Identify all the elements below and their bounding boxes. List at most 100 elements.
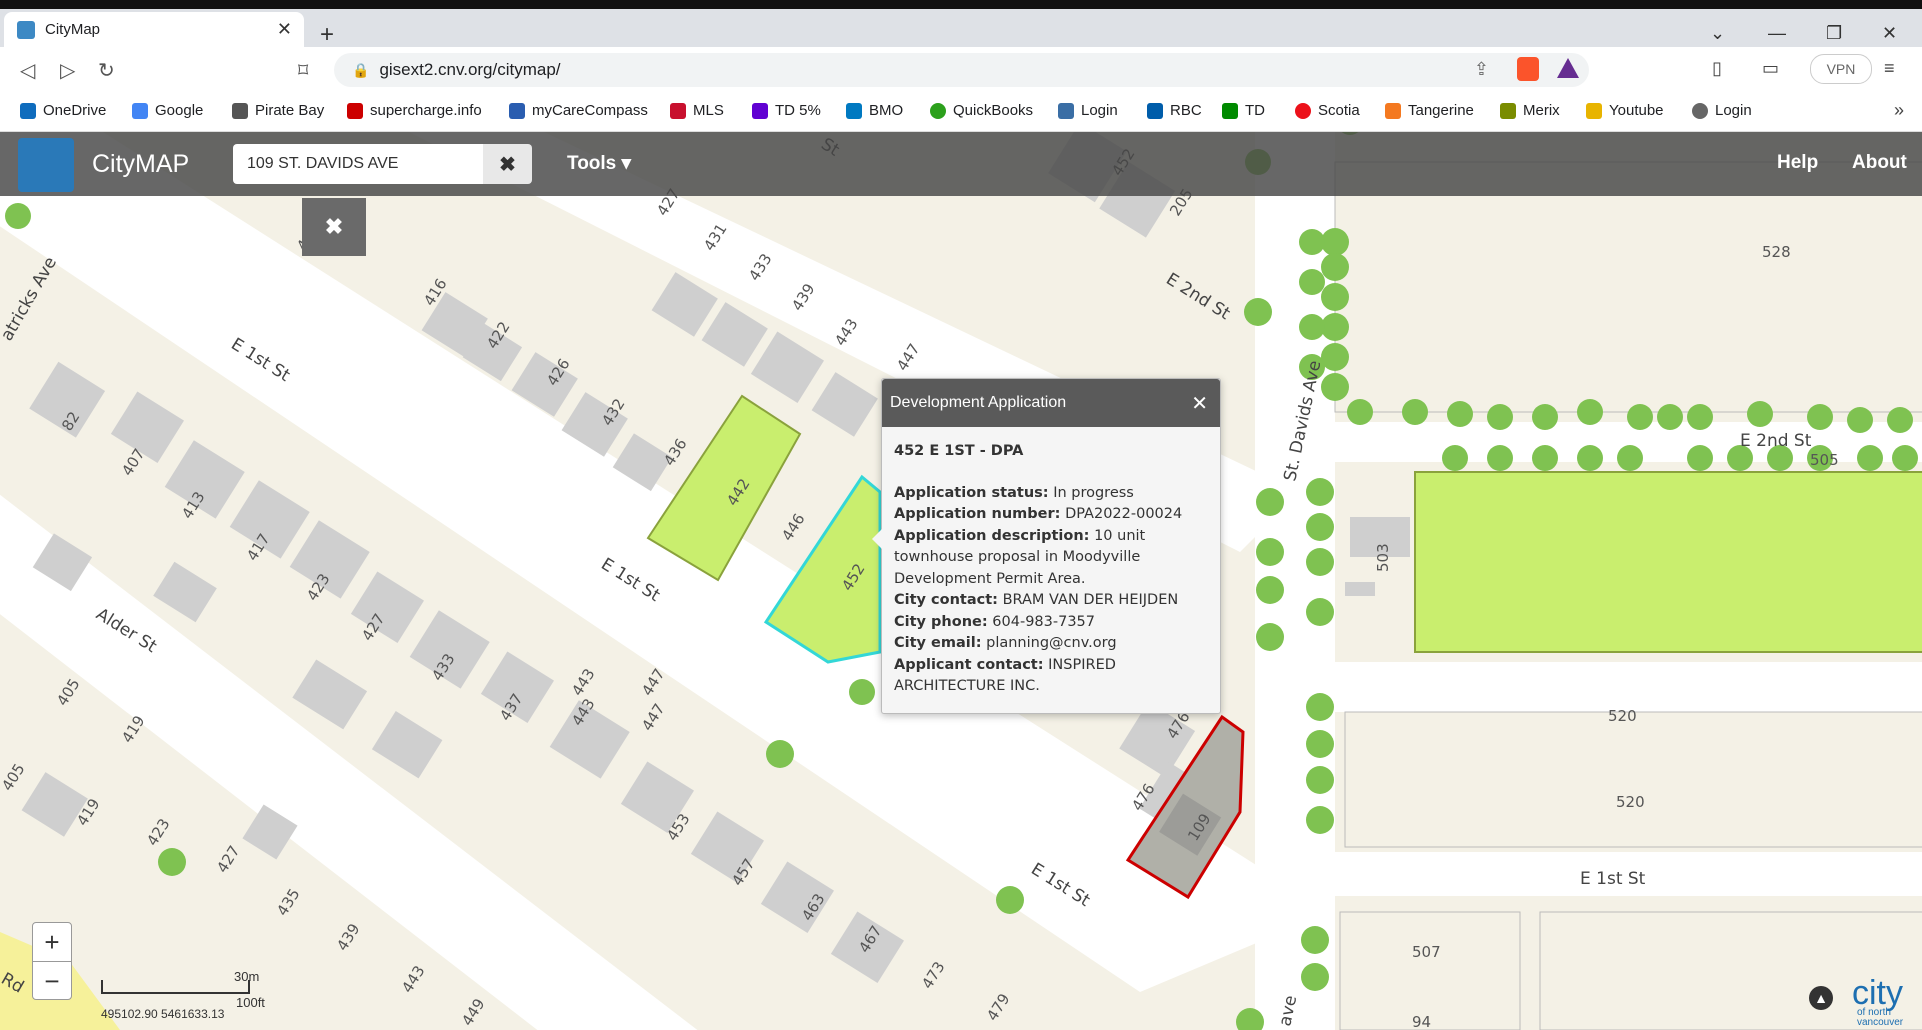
bookmark-item[interactable]: supercharge.info — [347, 102, 482, 119]
zoom-in-button[interactable]: + — [33, 923, 71, 962]
brave-shields-icon[interactable] — [1517, 57, 1539, 81]
lot-number: 439 — [333, 920, 363, 954]
bookmark-item[interactable]: myCareCompass — [509, 102, 648, 119]
bookmark-item[interactable]: Youtube — [1586, 102, 1664, 119]
minimize-icon[interactable]: — — [1768, 23, 1786, 44]
lot-number: 503 — [1374, 543, 1392, 572]
bookmark-item[interactable]: Login — [1692, 102, 1752, 119]
more-bookmarks-icon[interactable]: » — [1894, 100, 1904, 121]
bookmark-item[interactable]: RBC — [1147, 102, 1202, 119]
development-application-popup: Development Application ✕ 452 E 1ST - DP… — [872, 378, 1221, 714]
bookmark-item[interactable]: Login — [1058, 102, 1118, 119]
bookmark-item[interactable]: QuickBooks — [930, 102, 1033, 119]
tab-citymap[interactable]: CityMap ✕ — [4, 12, 304, 47]
lot-number: 416 — [420, 275, 450, 309]
bookmark-item[interactable]: TD — [1222, 102, 1265, 119]
about-link[interactable]: About — [1852, 152, 1907, 174]
bookmark-label: RBC — [1170, 102, 1202, 119]
street-label: E 1st St — [227, 334, 293, 386]
login-icon — [1058, 102, 1074, 119]
field-value: 604-983-7357 — [992, 613, 1095, 630]
close-panel-button[interactable]: ✖ — [302, 198, 366, 256]
quickbooks-icon — [930, 102, 946, 119]
lot-number: 443 — [568, 665, 598, 699]
bookmark-item[interactable]: OneDrive — [20, 102, 106, 119]
scotia-icon — [1295, 102, 1311, 119]
bookmark-item[interactable]: TD 5% — [752, 102, 821, 119]
lot-number: 476 — [1128, 780, 1158, 814]
login-icon — [1692, 102, 1708, 119]
field-value: In progress — [1053, 484, 1134, 501]
bookmark-item[interactable]: Google — [132, 102, 203, 119]
lot-number: 528 — [1762, 243, 1791, 261]
lot-number: 109 — [1184, 810, 1214, 844]
menu-icon[interactable]: ≡ — [1884, 58, 1895, 79]
bookmark-item[interactable]: Tangerine — [1385, 102, 1474, 119]
bookmark-icon[interactable]: ⌑ — [298, 58, 308, 83]
clear-search-button[interactable]: ✖ — [483, 144, 532, 184]
popup-title: 452 E 1ST - DPA — [894, 443, 1024, 459]
wallet-icon[interactable]: ▭ — [1762, 58, 1779, 79]
lot-number: 94 — [1412, 1013, 1431, 1030]
lot-number: 443 — [398, 962, 428, 996]
url-field[interactable]: 🔒 gisext2.cnv.org/citymap/ ⇪ — [334, 53, 1589, 87]
bookmark-label: Login — [1081, 102, 1118, 119]
lot-number: 520 — [1608, 707, 1637, 725]
street-label: E 1st St — [1580, 869, 1646, 889]
lot-number: 427 — [213, 842, 243, 876]
lot-number: 449 — [458, 995, 488, 1029]
share-icon[interactable]: ⇪ — [1474, 59, 1489, 80]
citymap-logo-icon[interactable] — [18, 138, 74, 192]
close-popup-icon[interactable]: ✕ — [1191, 391, 1208, 416]
popup-header-title: Development Application — [890, 394, 1067, 411]
google-icon — [132, 102, 148, 119]
street-label: atricks Ave — [0, 254, 61, 345]
new-tab-icon[interactable]: + — [320, 23, 334, 47]
bookmark-item[interactable]: Scotia — [1295, 102, 1360, 119]
lot-number: 446 — [778, 510, 808, 544]
brave-rewards-icon[interactable] — [1557, 58, 1579, 78]
lot-number: 507 — [1412, 943, 1441, 961]
lot-number: 431 — [700, 220, 730, 254]
reload-icon[interactable]: ↻ — [98, 58, 115, 83]
zoom-out-button[interactable]: − — [33, 962, 71, 1000]
vpn-button[interactable]: VPN — [1810, 54, 1872, 84]
bookmark-label: BMO — [869, 102, 904, 119]
sidebar-icon[interactable]: ▯ — [1712, 58, 1722, 79]
popup-body: 452 E 1ST - DPA Application status: In p… — [882, 427, 1220, 712]
bookmark-item[interactable]: BMO — [846, 102, 903, 119]
bookmark-item[interactable]: Pirate Bay — [232, 102, 324, 119]
tab-bar: CityMap ✕ + ⌄ — ❐ ✕ — [0, 9, 1922, 47]
back-icon[interactable]: ◁ — [20, 58, 35, 83]
lot-number: 423 — [303, 570, 333, 604]
bookmark-label: Youtube — [1609, 102, 1664, 119]
supercharge-icon — [347, 102, 363, 119]
bookmark-label: OneDrive — [43, 102, 107, 119]
bookmark-item[interactable]: MLS — [670, 102, 724, 119]
lot-number: 432 — [598, 395, 628, 429]
field-application-description: Application description: 10 unit townhou… — [894, 526, 1208, 591]
scale-metric-label: 30m — [234, 969, 260, 984]
td-icon — [1222, 102, 1238, 119]
street-label: E 1st St — [1027, 859, 1093, 911]
pirate-bay-icon — [232, 102, 248, 119]
street-label: Alder St — [92, 604, 160, 657]
tools-menu-button[interactable]: Tools ▾ — [567, 152, 631, 175]
close-tab-icon[interactable]: ✕ — [277, 19, 292, 40]
close-window-icon[interactable]: ✕ — [1882, 23, 1897, 44]
mycarecompass-icon — [509, 102, 525, 119]
address-search-input[interactable] — [233, 144, 483, 184]
city-logo-subtitle: of north vancouver — [1857, 1007, 1904, 1028]
field-label: Applicant contact: — [894, 656, 1044, 673]
lot-number: 427 — [358, 610, 388, 644]
url-text: gisext2.cnv.org/citymap/ — [379, 60, 561, 79]
tab-search-chevron-icon[interactable]: ⌄ — [1710, 23, 1725, 44]
restore-icon[interactable]: ❐ — [1826, 23, 1842, 44]
bookmark-label: TD — [1245, 102, 1265, 119]
lot-number: 447 — [638, 665, 668, 699]
lot-number: 435 — [273, 885, 303, 919]
forward-icon[interactable]: ▷ — [60, 58, 75, 83]
merix-icon — [1500, 102, 1516, 119]
bookmark-item[interactable]: Merix — [1500, 102, 1560, 119]
help-link[interactable]: Help — [1777, 152, 1818, 174]
